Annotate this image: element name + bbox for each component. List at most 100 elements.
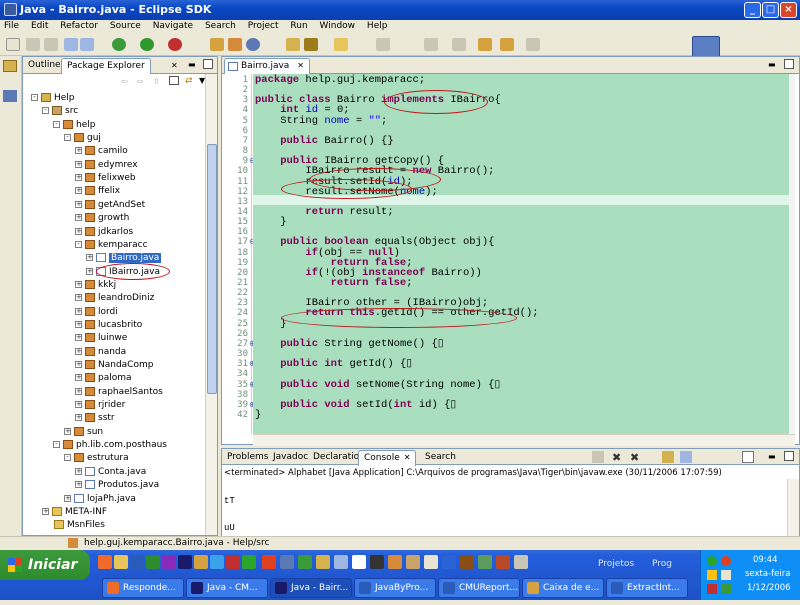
terminate-icon[interactable]: ✖ — [612, 451, 621, 464]
tab-console[interactable]: Console ✕ — [358, 450, 417, 466]
scroll-lock-icon[interactable] — [662, 451, 674, 463]
link-editor-icon[interactable]: ⇄ — [185, 76, 193, 86]
code-area[interactable]: package help.guj.kemparacc; public class … — [253, 74, 795, 434]
menu-navigate[interactable]: Navigate — [153, 21, 193, 31]
expand-icon[interactable]: + — [64, 494, 71, 502]
quicklaunch-word-icon[interactable] — [130, 555, 144, 569]
tree-item[interactable]: + rjrider — [75, 399, 125, 412]
explorer-scrollbar[interactable] — [205, 74, 217, 535]
menu-search[interactable]: Search — [205, 21, 236, 31]
maximize-button[interactable]: □ — [762, 2, 779, 18]
quicklaunch-folder-icon[interactable] — [114, 555, 128, 569]
tree-item[interactable]: + getAndSet — [75, 199, 145, 212]
expand-icon[interactable]: + — [75, 481, 82, 489]
expand-icon[interactable]: + — [75, 320, 82, 328]
hierarchy-icon[interactable] — [3, 60, 17, 72]
back-icon[interactable] — [500, 38, 514, 51]
collapse-icon[interactable]: - — [64, 454, 71, 462]
quicklaunch-app1-icon[interactable] — [262, 555, 276, 569]
quicklaunch-app15-icon[interactable] — [514, 555, 528, 569]
console-close-icon[interactable]: ✕ — [404, 453, 411, 462]
expand-icon[interactable]: + — [75, 174, 82, 182]
maximize-view-icon[interactable] — [203, 59, 213, 69]
quicklaunch-app5-icon[interactable] — [334, 555, 348, 569]
jar-icon[interactable] — [80, 38, 94, 51]
open-type-icon[interactable] — [286, 38, 300, 51]
expand-icon[interactable]: + — [75, 334, 82, 342]
expand-icon[interactable]: + — [75, 294, 82, 302]
tree-item[interactable]: + raphaelSantos — [75, 386, 163, 399]
print-icon[interactable] — [44, 38, 58, 51]
save-icon[interactable] — [26, 38, 40, 51]
quicklaunch-media-icon[interactable] — [226, 555, 240, 569]
tree-item[interactable]: + NandaComp — [75, 359, 153, 372]
tree-item[interactable]: + kkkj — [75, 279, 116, 292]
expand-icon[interactable]: + — [75, 227, 82, 235]
tree-item[interactable]: + META-INF — [42, 506, 107, 519]
tree-item[interactable]: + edymrex — [75, 159, 138, 172]
quicklaunch-excel-icon[interactable] — [146, 555, 160, 569]
task-java-cm[interactable]: Java - CM... — [186, 578, 268, 598]
tree-item[interactable]: + sun — [64, 426, 103, 439]
tree-item[interactable]: - src — [42, 105, 78, 118]
clear-console-icon[interactable] — [592, 451, 604, 463]
tab-javadoc[interactable]: Javadoc — [268, 450, 313, 466]
close-button[interactable]: × — [780, 2, 797, 18]
tree-item[interactable]: + jdkarlos — [75, 226, 133, 239]
quicklaunch-app14-icon[interactable] — [496, 555, 510, 569]
tray-messenger-icon[interactable] — [707, 556, 717, 566]
tree-item[interactable]: + sstr — [75, 412, 115, 425]
task-extractint[interactable]: ExtractInt... — [606, 578, 688, 598]
task-cmureport[interactable]: CMUReport... — [438, 578, 520, 598]
tree-item[interactable]: + felixweb — [75, 172, 136, 185]
quicklaunch-app13-icon[interactable] — [478, 555, 492, 569]
menu-window[interactable]: Window — [320, 21, 356, 31]
task-java-bairro[interactable]: Java - Bairr... — [270, 578, 352, 598]
quicklaunch-app7-icon[interactable] — [370, 555, 384, 569]
tree-item[interactable]: + luinwe — [75, 332, 127, 345]
editor-minimize-icon[interactable]: ▬ — [768, 60, 776, 69]
console-scrollbar[interactable] — [787, 479, 799, 539]
collapse-icon[interactable]: - — [31, 94, 38, 101]
collapse-icon[interactable]: - — [64, 134, 71, 142]
pin-console-icon[interactable] — [680, 451, 692, 463]
editor-tab-close-icon[interactable]: ✕ — [297, 61, 304, 70]
minimize-button[interactable]: _ — [744, 2, 761, 18]
tray-update-icon[interactable] — [707, 584, 717, 594]
menu-project[interactable]: Project — [248, 21, 279, 31]
start-button[interactable]: Iniciar — [0, 550, 90, 580]
expand-icon[interactable]: + — [75, 214, 82, 222]
quicklaunch-onenote-icon[interactable] — [162, 555, 176, 569]
collapse-icon[interactable]: - — [53, 441, 60, 449]
menu-edit[interactable]: Edit — [31, 21, 48, 31]
expand-icon[interactable]: + — [75, 200, 82, 208]
last-edit-icon[interactable] — [478, 38, 492, 51]
toolbar-projetos[interactable]: Projetos — [598, 559, 634, 569]
quicklaunch-app9-icon[interactable] — [406, 555, 420, 569]
forward-icon[interactable] — [526, 38, 540, 51]
new-java-project-icon[interactable] — [210, 38, 224, 51]
search-icon[interactable] — [304, 38, 318, 51]
new-class-icon[interactable] — [246, 38, 260, 51]
expand-icon[interactable]: + — [86, 267, 93, 275]
expand-icon[interactable]: + — [42, 507, 49, 515]
tree-item[interactable]: + ffelix — [75, 185, 120, 198]
quicklaunch-messenger-icon[interactable] — [242, 555, 256, 569]
tab-package-explorer[interactable]: Package Explorer — [61, 58, 151, 74]
editor-body[interactable]: 123456789⊖1011121314151617⊖1819202122232… — [222, 74, 799, 446]
up-nav-icon[interactable]: ⇧ — [153, 77, 160, 86]
open-folder-icon[interactable] — [334, 38, 348, 51]
new-package-icon[interactable] — [228, 38, 242, 51]
quicklaunch-app10-icon[interactable] — [424, 555, 438, 569]
tree-item[interactable]: - Help — [31, 92, 75, 105]
tree-item[interactable]: + IBairro.java — [86, 262, 170, 280]
tree-item[interactable]: + leandroDiniz — [75, 292, 154, 305]
expand-icon[interactable]: + — [75, 361, 82, 368]
pen-icon[interactable] — [376, 38, 390, 51]
task-caixa[interactable]: Caixa de e... — [522, 578, 604, 598]
expand-icon[interactable]: + — [64, 427, 71, 435]
tree-item[interactable]: - estrutura — [64, 452, 129, 465]
debug-icon[interactable] — [112, 38, 126, 51]
tree-item[interactable]: MsnFiles — [42, 519, 105, 532]
display-console-icon[interactable] — [742, 451, 754, 463]
